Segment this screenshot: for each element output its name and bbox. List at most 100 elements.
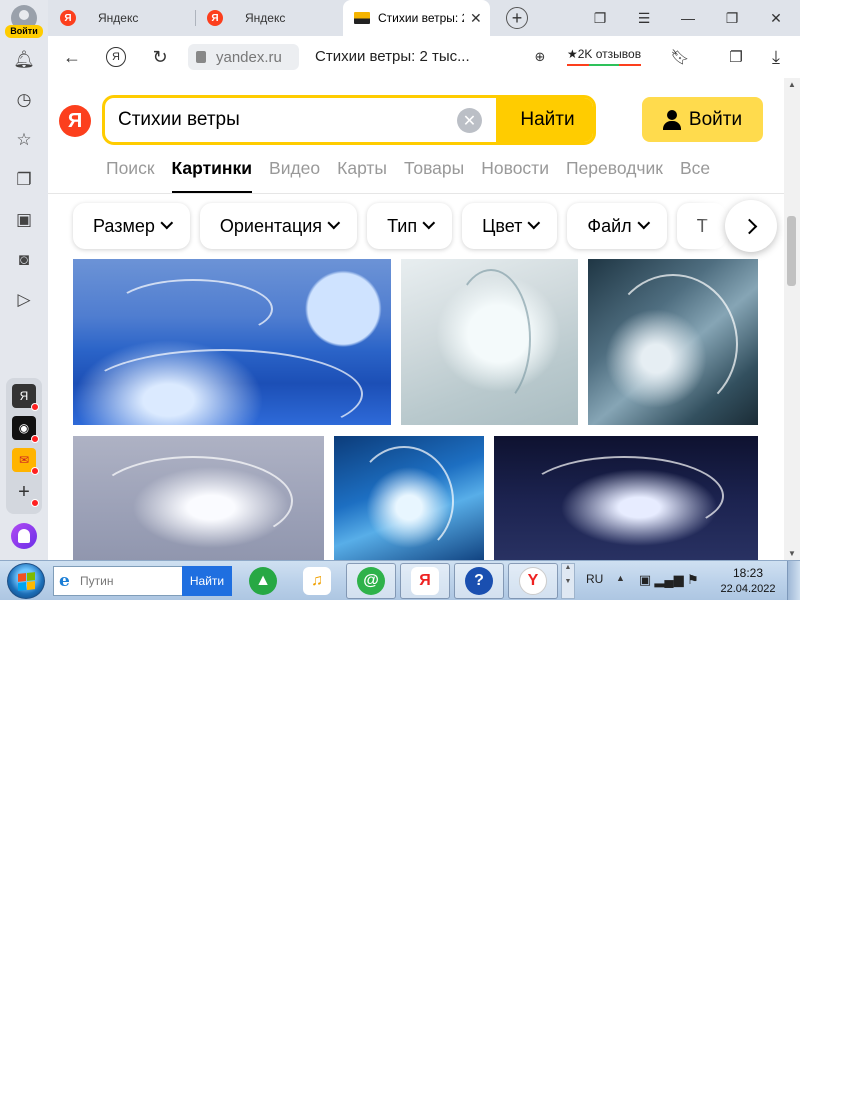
filter-size[interactable]: Размер xyxy=(73,203,190,249)
image-detail xyxy=(608,274,738,414)
tab-yandex-1[interactable]: Я Яндекс xyxy=(60,0,138,36)
reload-icon[interactable]: ↻ xyxy=(148,45,172,69)
taskbar-search-text: Путин xyxy=(80,574,114,588)
close-tab-icon[interactable]: ✕ xyxy=(470,10,482,27)
tab-active-images[interactable]: Стихии ветры: 2 тыс ✕ xyxy=(343,0,490,36)
scroll-down-icon[interactable]: ▼ xyxy=(788,549,796,558)
image-result[interactable] xyxy=(334,436,484,560)
notification-dot xyxy=(31,403,39,411)
scrollbar-thumb[interactable] xyxy=(787,216,796,286)
image-result[interactable] xyxy=(73,436,324,560)
extensions-icon[interactable]: ❐ xyxy=(724,45,748,69)
taskbar-app-green[interactable]: ▲ xyxy=(238,563,288,599)
download-icon[interactable]: ⤓ xyxy=(764,45,788,69)
tab-manager-icon[interactable]: ❐ xyxy=(590,8,610,28)
bell-icon[interactable]: 🔔︎ xyxy=(12,48,36,72)
search-box: ✕ Найти xyxy=(102,95,596,145)
image-detail xyxy=(113,279,273,339)
service-tab-images[interactable]: Картинки xyxy=(171,158,252,194)
chevron-right-icon xyxy=(741,218,757,234)
image-result[interactable] xyxy=(73,259,391,425)
service-tab-news[interactable]: Новости xyxy=(481,158,549,194)
scroll-up-icon[interactable]: ▲ xyxy=(788,80,796,89)
service-tab-search[interactable]: Поиск xyxy=(106,158,155,194)
taskbar-app-yandex-y[interactable]: Y xyxy=(508,563,558,599)
image-detail xyxy=(93,456,293,546)
filter-orientation[interactable]: Ориентация xyxy=(199,203,358,249)
new-tab-button[interactable]: + xyxy=(506,7,528,29)
tab-label: Яндекс xyxy=(245,11,286,25)
play-icon[interactable]: ▷ xyxy=(12,288,36,312)
add-app-icon[interactable]: + xyxy=(12,480,39,507)
yandex-logo[interactable]: Я xyxy=(59,105,91,137)
show-desktop-button[interactable] xyxy=(787,561,800,600)
taskbar-app-mail[interactable]: @ xyxy=(346,563,396,599)
image-result[interactable] xyxy=(401,259,578,425)
restore-icon[interactable]: ❐ xyxy=(722,8,742,28)
taskbar-app-yandex[interactable]: Я xyxy=(400,563,450,599)
url-domain: yandex.ru xyxy=(216,48,282,66)
clear-search-icon[interactable]: ✕ xyxy=(457,108,482,133)
star-icon[interactable]: ☆ xyxy=(12,128,36,152)
services-nav: Поиск Картинки Видео Карты Товары Новост… xyxy=(106,158,727,194)
bookmark-icon[interactable]: 🔖︎ xyxy=(668,45,692,69)
filter-type[interactable]: Тип xyxy=(367,203,453,249)
service-tab-maps[interactable]: Карты xyxy=(337,158,387,194)
filter-label: Тип xyxy=(387,215,418,236)
camera-app-icon[interactable]: ◉ xyxy=(12,416,39,443)
title-bar: Я Яндекс Я Яндекс Стихии ветры: 2 тыс ✕ … xyxy=(0,0,800,36)
taskbar-app-help[interactable]: ? xyxy=(454,563,504,599)
taskbar-search-input[interactable]: e Путин xyxy=(53,566,183,596)
taskbar-find-button[interactable]: Найти xyxy=(182,566,232,596)
notification-dot xyxy=(31,467,39,475)
flag-icon[interactable]: ⚑ xyxy=(685,572,701,588)
service-tab-all[interactable]: Все xyxy=(680,158,710,194)
alice-assistant-icon[interactable] xyxy=(11,523,37,549)
clock-icon[interactable]: ◷ xyxy=(12,88,36,112)
taskbar: e Путин Найти ▲ ♫ @ Я ? Y ▲ ▼ RU ▲ ▣ ▂▄▆ … xyxy=(0,560,800,600)
image-result[interactable] xyxy=(588,259,758,425)
taskbar-scroll[interactable]: ▲ ▼ xyxy=(561,563,575,599)
translate-icon[interactable]: ⊕ xyxy=(528,45,552,69)
menu-icon[interactable]: ☰ xyxy=(634,8,654,28)
back-arrow-icon[interactable]: ← xyxy=(60,45,84,69)
tray-expand-icon[interactable]: ▲ xyxy=(616,573,625,583)
tab-label: Яндекс xyxy=(98,11,139,25)
service-tab-video[interactable]: Видео xyxy=(269,158,320,194)
language-indicator[interactable]: RU xyxy=(586,572,603,586)
notification-dot xyxy=(31,435,39,443)
screen: Я Яндекс Я Яндекс Стихии ветры: 2 тыс ✕ … xyxy=(0,0,800,600)
device-icon[interactable]: ▣ xyxy=(637,572,653,588)
mail-app-icon[interactable]: ✉ xyxy=(12,448,39,475)
divider xyxy=(48,193,784,194)
signal-icon[interactable]: ▂▄▆ xyxy=(654,572,683,588)
image-result[interactable] xyxy=(494,436,758,560)
reviews-badge[interactable]: ★2K отзывов xyxy=(567,47,642,66)
screenshot-icon[interactable]: ◙ xyxy=(12,248,36,272)
filter-color[interactable]: Цвет xyxy=(462,203,558,249)
clock-time[interactable]: 18:23 xyxy=(720,566,776,580)
service-tab-translator[interactable]: Переводчик xyxy=(566,158,663,194)
image-detail xyxy=(451,269,531,409)
page-title[interactable]: Стихии ветры: 2 тыс... xyxy=(315,48,470,65)
collections-icon[interactable]: ❐ xyxy=(12,168,36,192)
yandex-browser-icon: Я xyxy=(411,567,439,595)
sidebar-login-badge[interactable]: Войти xyxy=(5,25,43,38)
notes-icon[interactable]: ▣ xyxy=(12,208,36,232)
start-button[interactable] xyxy=(7,563,45,599)
clock-date[interactable]: 22.04.2022 xyxy=(718,583,778,595)
yandex-app-icon[interactable]: Я xyxy=(12,384,39,411)
page-scrollbar[interactable]: ▲ ▼ xyxy=(784,78,800,560)
yandex-home-icon[interactable]: Я xyxy=(106,47,126,67)
search-input[interactable] xyxy=(118,107,438,133)
minimize-icon[interactable]: — xyxy=(678,8,698,28)
filter-file[interactable]: Файл xyxy=(567,203,667,249)
tab-yandex-2[interactable]: Я Яндекс xyxy=(207,0,285,36)
taskbar-app-music[interactable]: ♫ xyxy=(292,563,342,599)
service-tab-goods[interactable]: Товары xyxy=(404,158,464,194)
close-window-icon[interactable]: ✕ xyxy=(766,8,786,28)
search-button[interactable]: Найти xyxy=(496,98,593,142)
filter-scroll-right-button[interactable] xyxy=(725,200,777,252)
login-button[interactable]: Войти xyxy=(642,97,763,142)
url-field[interactable]: yandex.ru xyxy=(188,44,299,70)
